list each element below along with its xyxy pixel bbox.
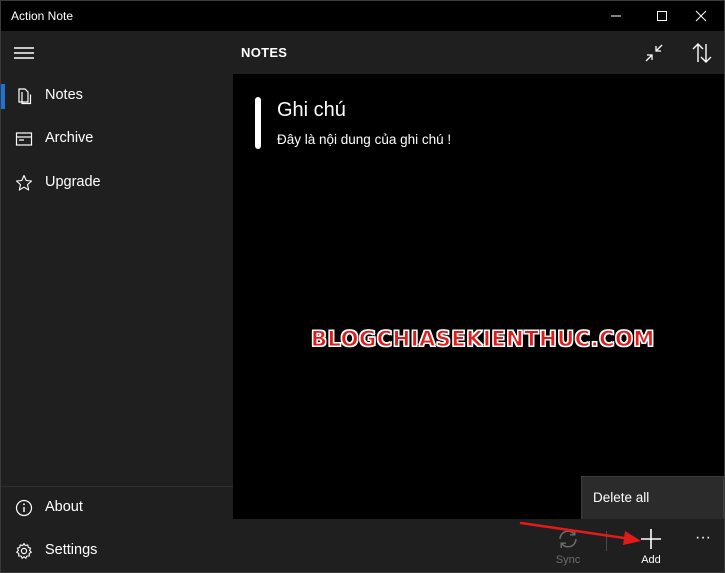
command-bar: Sync Add ··· xyxy=(233,519,724,572)
minimize-icon xyxy=(611,15,621,17)
note-title: Ghi chú xyxy=(277,99,346,121)
close-icon xyxy=(695,10,707,22)
add-label: Add xyxy=(641,554,661,566)
sidebar-item-notes[interactable]: Notes xyxy=(1,74,233,118)
star-icon xyxy=(15,174,33,191)
more-options-button[interactable]: ··· xyxy=(691,530,715,549)
sidebar-item-about[interactable]: About xyxy=(1,486,233,530)
sidebar-item-label: Settings xyxy=(45,542,98,558)
sidebar-item-settings[interactable]: Settings xyxy=(1,529,233,572)
note-color-bar xyxy=(255,97,261,149)
sidebar-item-label: Archive xyxy=(45,130,94,146)
annotation-arrow-icon xyxy=(519,521,641,545)
sidebar-item-label: Notes xyxy=(45,87,83,103)
sidebar-item-label: Upgrade xyxy=(45,174,101,190)
title-bar[interactable]: Action Note xyxy=(1,1,724,31)
close-button[interactable] xyxy=(678,1,724,31)
page-title: NOTES xyxy=(241,45,288,60)
delete-all-menu-item[interactable]: Delete all xyxy=(593,490,649,505)
window-title: Action Note xyxy=(11,9,74,23)
sidebar-item-archive[interactable]: Archive xyxy=(1,117,233,161)
sort-icon[interactable] xyxy=(689,40,715,66)
maximize-icon xyxy=(657,11,667,21)
main-header: NOTES xyxy=(233,31,724,74)
sidebar: Notes Archive Upgrade About Settings xyxy=(1,31,233,572)
sidebar-item-label: About xyxy=(45,499,83,515)
note-card[interactable]: Ghi chú Đây là nội dung của ghi chú ! xyxy=(253,97,673,157)
watermark-text: BLOGCHIASEKIENTHUC.COM xyxy=(311,327,655,352)
minimize-button[interactable] xyxy=(593,1,639,31)
collapse-icon[interactable] xyxy=(641,40,667,66)
more-menu-popup: Delete all xyxy=(581,476,724,521)
note-body: Đây là nội dung của ghi chú ! xyxy=(277,132,452,147)
archive-icon xyxy=(15,132,33,146)
sync-label: Sync xyxy=(555,554,581,566)
hamburger-menu-icon[interactable] xyxy=(13,45,35,61)
info-icon xyxy=(15,499,33,517)
notes-icon xyxy=(18,88,32,105)
gear-icon xyxy=(16,542,32,559)
sidebar-item-upgrade[interactable]: Upgrade xyxy=(1,161,233,205)
app-window: Action Note Notes Archive Upgrade About … xyxy=(0,0,725,573)
